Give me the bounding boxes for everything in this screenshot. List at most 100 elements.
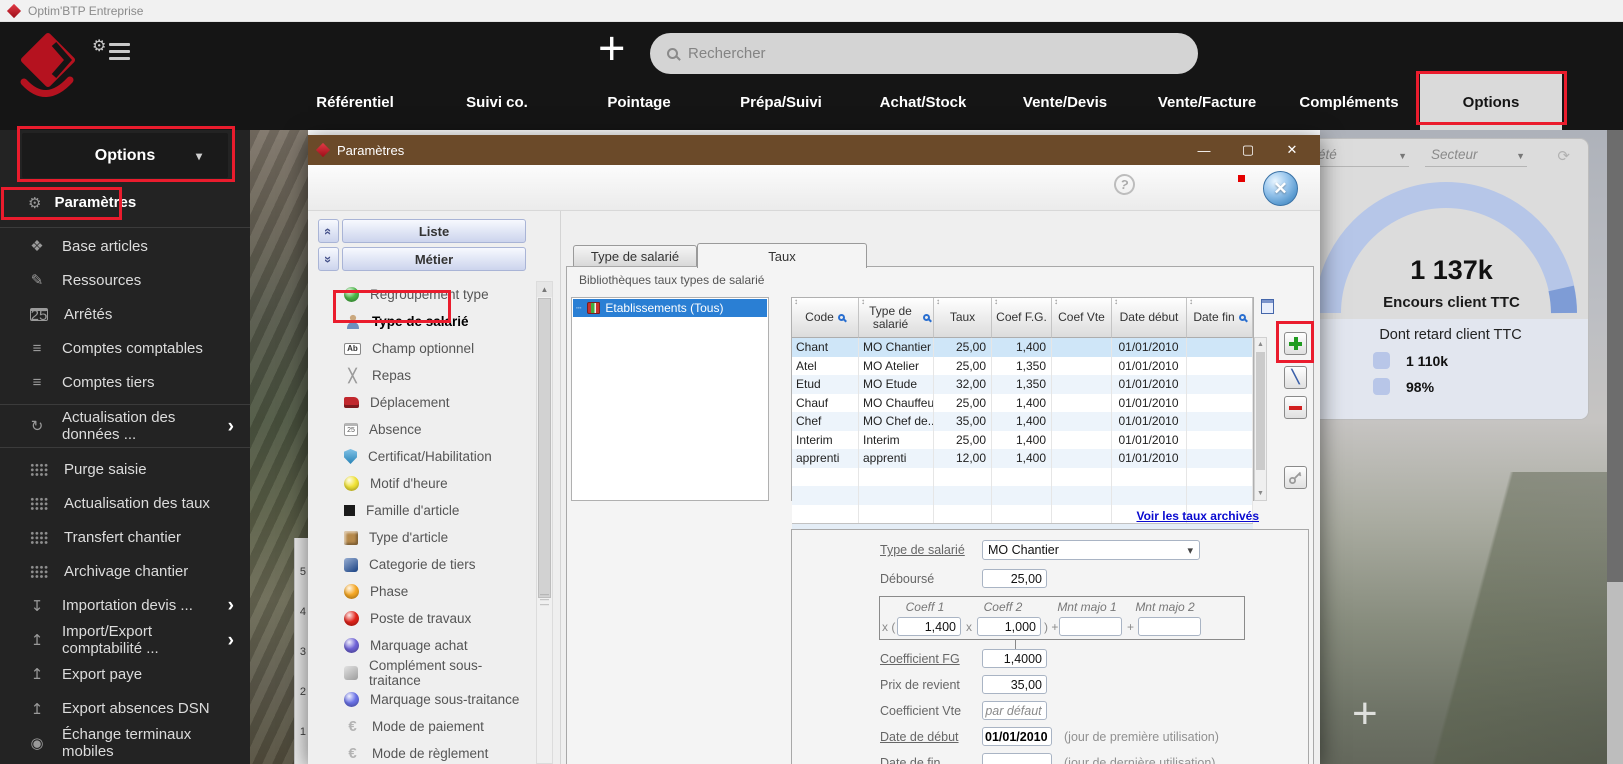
param-item-type-de-salarie[interactable]: Type de salarié <box>316 308 534 335</box>
column-header-coef-f-g[interactable]: ↕Coef F.G. <box>992 298 1052 338</box>
edit-rate-button[interactable]: ╲ <box>1284 366 1307 389</box>
table-row[interactable]: ChaufMO Chauffeur25,001,40001/01/2010 <box>792 394 1253 413</box>
coefficient-fg-field[interactable]: 1,4000 <box>982 649 1047 668</box>
sidebar-item-import-export-comptabilite[interactable]: ↥Import/Export comptabilité ...› <box>0 623 250 657</box>
maximize-icon[interactable]: ▢ <box>1226 135 1270 165</box>
param-item-mode-de-reglement[interactable]: €Mode de règlement <box>316 740 534 764</box>
param-item-phase[interactable]: Phase <box>316 578 534 605</box>
sidebar-item-base-articles[interactable]: ❖Base articles <box>0 229 250 263</box>
page-scrollbar[interactable] <box>1607 130 1623 764</box>
param-list-scrollbar[interactable]: ▲ ——— <box>536 281 553 764</box>
coeff2-field[interactable]: 1,000 <box>977 617 1041 636</box>
nav-tab-vente-devis[interactable]: Vente/Devis <box>994 74 1136 130</box>
societe-filter-dropdown[interactable]: iété ▼ <box>1312 147 1409 167</box>
table-scrollbar[interactable]: ▲ ▼ <box>1254 337 1267 501</box>
sidebar-item-export-paye[interactable]: ↥Export paye <box>0 657 250 691</box>
nav-tab-suivi-co[interactable]: Suivi co. <box>426 74 568 130</box>
secteur-filter-dropdown[interactable]: Secteur ▼ <box>1425 147 1527 167</box>
debourse-field[interactable]: 25,00 <box>982 569 1047 588</box>
table-row[interactable]: ChefMO Chef de...35,001,40001/01/2010 <box>792 412 1253 431</box>
optim-btp-logo-icon[interactable] <box>16 30 80 117</box>
refresh-icon[interactable]: ⟳ <box>1557 147 1570 165</box>
table-row[interactable]: EtudMO Etude32,001,35001/01/2010 <box>792 375 1253 394</box>
sidebar-item-transfert-chantier[interactable]: Transfert chantier <box>0 521 250 555</box>
archived-rates-link[interactable]: Voir les taux archivés <box>1136 509 1259 523</box>
mnt-majo1-field[interactable] <box>1059 617 1122 636</box>
column-header-type-de-salarie[interactable]: ↕Type de salarié <box>859 298 934 338</box>
table-row[interactable]: ChantMO Chantier25,001,40001/01/2010 <box>792 338 1253 357</box>
param-item-champ-optionnel[interactable]: AbChamp optionnel <box>316 335 534 362</box>
column-header-coef-vte[interactable]: ↕Coef Vte <box>1052 298 1112 338</box>
menu-hamburger-icon[interactable] <box>109 43 130 64</box>
param-item-marquage-sous-traitance[interactable]: Marquage sous-traitance <box>316 686 534 713</box>
panel-splitter[interactable] <box>560 211 561 764</box>
tab-taux[interactable]: Taux <box>697 243 867 268</box>
add-rate-button[interactable] <box>1284 332 1307 355</box>
nav-tab-options[interactable]: Options <box>1420 74 1562 130</box>
sidebar-item-parametres[interactable]: ⚙ Paramètres <box>0 187 250 218</box>
dialog-close-button[interactable] <box>1263 171 1298 206</box>
param-item-type-d-article[interactable]: Type d'article <box>316 524 534 551</box>
param-item-certificat-habilitation[interactable]: Certificat/Habilitation <box>316 443 534 470</box>
tab-type-de-salarie[interactable]: Type de salarié <box>573 245 697 267</box>
column-header-date-fin[interactable]: ↕Date fin <box>1187 298 1253 338</box>
search-icon[interactable] <box>1239 314 1246 321</box>
sidebar-item-purge-saisie[interactable]: Purge saisie <box>0 452 250 486</box>
param-item-regroupement-type[interactable]: Regroupement type <box>316 281 534 308</box>
column-header-taux[interactable]: ↕Taux <box>934 298 992 338</box>
sidebar-item-echange-terminaux-mobiles[interactable]: ◉Échange terminaux mobiles <box>0 726 250 760</box>
collapse-all-icon[interactable]: « <box>318 219 339 243</box>
search-icon[interactable] <box>923 314 930 321</box>
column-header-date-debut[interactable]: ↕Date début <box>1112 298 1187 338</box>
sidebar-item-arretes[interactable]: 25Arrêtés <box>0 297 250 331</box>
quick-add-icon[interactable]: + <box>598 24 625 71</box>
nav-tab-vente-facture[interactable]: Vente/Facture <box>1136 74 1278 130</box>
scroll-up-icon[interactable]: ▲ <box>537 282 552 297</box>
tree-item-etablissements[interactable]: ┄ Etablissements (Tous) <box>573 299 767 317</box>
scrollbar-thumb[interactable] <box>1256 352 1265 470</box>
sidebar-item-actualisation-des-taux[interactable]: Actualisation des taux <box>0 486 250 520</box>
mnt-majo2-field[interactable] <box>1138 617 1201 636</box>
nav-tab-achat-stock[interactable]: Achat/Stock <box>852 74 994 130</box>
accordion-header-metier[interactable]: Métier <box>342 247 526 271</box>
key-tool-button[interactable] <box>1284 466 1307 489</box>
sidebar-item-actualisation-des-donnees[interactable]: ↻Actualisation des données ...› <box>0 409 250 443</box>
scrollbar-grip[interactable]: ——— <box>540 592 549 607</box>
minimize-icon[interactable]: — <box>1182 135 1226 165</box>
sidebar-item-importation-devis[interactable]: ↧Importation devis ...› <box>0 589 250 623</box>
nav-tab-pointage[interactable]: Pointage <box>568 74 710 130</box>
close-icon[interactable]: ✕ <box>1270 135 1314 165</box>
date-debut-field[interactable]: 01/01/2010 <box>982 727 1052 746</box>
help-icon[interactable] <box>1112 172 1137 197</box>
table-row[interactable]: apprentiapprenti12,001,40001/01/2010 <box>792 449 1253 468</box>
search-icon[interactable] <box>838 314 845 321</box>
coeff1-field[interactable]: 1,400 <box>897 617 961 636</box>
coefficient-vte-field[interactable]: par défaut <box>982 701 1047 720</box>
sidebar-options-dropdown[interactable]: Options <box>22 133 228 178</box>
sidebar-item-ressources[interactable]: ✎Ressources <box>0 263 250 297</box>
nav-tab-prepa-suivi[interactable]: Prépa/Suivi <box>710 74 852 130</box>
scroll-up-icon[interactable]: ▲ <box>1255 338 1266 351</box>
column-header-code[interactable]: ↕Code <box>792 298 859 338</box>
expand-all-icon[interactable]: » <box>318 247 339 271</box>
delete-rate-button[interactable] <box>1284 396 1307 419</box>
nav-tab-referentiel[interactable]: Référentiel <box>284 74 426 130</box>
table-row[interactable]: AtelMO Atelier25,001,35001/01/2010 <box>792 357 1253 376</box>
global-search-input[interactable]: Rechercher <box>650 33 1198 74</box>
sidebar-item-comptes-tiers[interactable]: ≡Comptes tiers <box>0 366 250 400</box>
sidebar-item-comptes-comptables[interactable]: ≡Comptes comptables <box>0 332 250 366</box>
param-item-motif-d-heure[interactable]: Motif d'heure <box>316 470 534 497</box>
param-item-poste-de-travaux[interactable]: Poste de travaux <box>316 605 534 632</box>
param-item-repas[interactable]: ╳Repas <box>316 362 534 389</box>
sidebar-item-export-absences-dsn[interactable]: ↥Export absences DSN <box>0 691 250 725</box>
nav-tab-complements[interactable]: Compléments <box>1278 74 1420 130</box>
prix-revient-field[interactable]: 35,00 <box>982 675 1047 694</box>
param-item-categorie-de-tiers[interactable]: Categorie de tiers <box>316 551 534 578</box>
accordion-header-liste[interactable]: Liste <box>342 219 526 243</box>
column-chooser-icon[interactable] <box>1261 299 1274 314</box>
type-salarie-select[interactable]: MO Chantier <box>982 540 1200 560</box>
scroll-down-icon[interactable]: ▼ <box>1255 487 1266 500</box>
param-item-marquage-achat[interactable]: Marquage achat <box>316 632 534 659</box>
param-item-absence[interactable]: 25Absence <box>316 416 534 443</box>
sidebar-item-archivage-chantier[interactable]: Archivage chantier <box>0 555 250 589</box>
